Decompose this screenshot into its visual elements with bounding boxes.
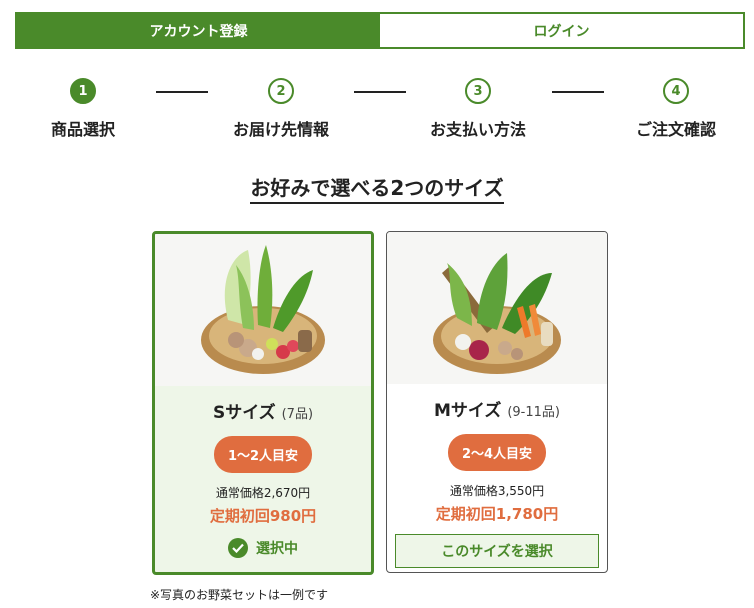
step-label: お届け先情報: [232, 120, 329, 139]
select-size-button[interactable]: このサイズを選択: [395, 534, 599, 568]
vegetable-basket-image-m: [387, 232, 607, 384]
regular-price: 通常価格2,670円: [215, 486, 311, 500]
plan-card-s[interactable]: Sサイズ (7品) 1〜2人目安 通常価格2,670円 定期初回980円 選択中: [152, 231, 374, 575]
selected-indicator: 選択中: [155, 538, 371, 558]
plan-item-count: (7品): [281, 407, 314, 422]
step-connector: [354, 91, 406, 93]
step-number: 1: [70, 78, 96, 104]
selected-label: 選択中: [256, 541, 298, 557]
plan-item-count: (9-11品): [507, 405, 560, 420]
tab-login[interactable]: ログイン: [380, 14, 743, 47]
step-number: 2: [268, 78, 294, 104]
step-connector: [552, 91, 604, 93]
step-number: 4: [663, 78, 689, 104]
people-badge: 1〜2人目安: [213, 436, 313, 473]
check-circle-icon: [228, 538, 248, 558]
tab-account-register[interactable]: アカウント登録: [17, 14, 380, 47]
section-heading: お好みで選べる2つのサイズ: [0, 172, 754, 204]
step-product-selection: 1 商品選択: [8, 78, 158, 140]
plan-size-title: Mサイズ (9-11品): [387, 396, 607, 421]
step-connector: [156, 91, 208, 93]
plan-size-title: Sサイズ (7品): [155, 398, 371, 423]
plan-name: Sサイズ: [212, 403, 276, 423]
plan-name: Mサイズ: [434, 401, 502, 421]
step-order-confirmation: 4 ご注文確認: [601, 78, 751, 140]
step-label: 商品選択: [50, 120, 115, 139]
plan-card-m[interactable]: Mサイズ (9-11品) 2〜4人目安 通常価格3,550円 定期初回1,780…: [386, 231, 608, 573]
people-badge: 2〜4人目安: [447, 434, 547, 471]
step-label: お支払い方法: [429, 120, 526, 139]
account-tabs: アカウント登録 ログイン: [15, 12, 745, 49]
first-time-price: 定期初回1,780円: [435, 505, 559, 523]
progress-steps: 1 商品選択 2 お届け先情報 3 お支払い方法 4 ご注文確認: [0, 78, 754, 148]
step-label: ご注文確認: [635, 120, 716, 139]
step-delivery-info: 2 お届け先情報: [206, 78, 356, 140]
step-payment-method: 3 お支払い方法: [403, 78, 553, 140]
photo-disclaimer: ※写真のお野菜セットは一例です: [150, 588, 329, 602]
regular-price: 通常価格3,550円: [449, 484, 545, 498]
first-time-price: 定期初回980円: [209, 507, 317, 525]
step-number: 3: [465, 78, 491, 104]
vegetable-basket-image-s: [155, 234, 371, 386]
section-heading-text: お好みで選べる2つのサイズ: [250, 176, 504, 204]
